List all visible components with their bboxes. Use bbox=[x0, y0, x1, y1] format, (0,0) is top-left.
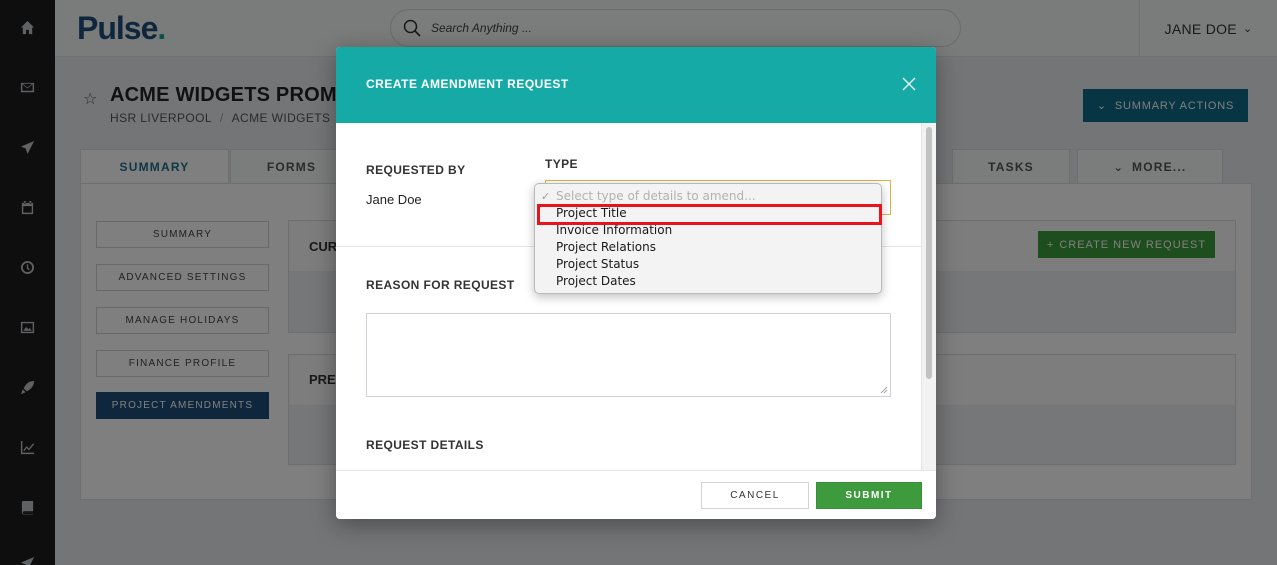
modal-body: REQUESTED BY Jane Doe TYPE REASON FOR RE… bbox=[336, 123, 921, 470]
requested-by-value: Jane Doe bbox=[366, 192, 422, 207]
dropdown-option[interactable]: Project Status bbox=[535, 256, 881, 273]
submit-button[interactable]: SUBMIT bbox=[816, 482, 922, 509]
close-icon[interactable] bbox=[896, 71, 922, 97]
modal-footer: CANCEL SUBMIT bbox=[336, 470, 936, 519]
dropdown-option[interactable]: Project Dates bbox=[535, 273, 881, 290]
dropdown-option-placeholder[interactable]: ✓ Select type of details to amend... bbox=[535, 188, 881, 205]
reason-textarea[interactable] bbox=[366, 313, 891, 397]
cancel-button[interactable]: CANCEL bbox=[701, 482, 809, 509]
dropdown-option[interactable]: Project Relations bbox=[535, 239, 881, 256]
highlight-box bbox=[537, 204, 882, 225]
type-dropdown-list: ✓ Select type of details to amend... Proj… bbox=[534, 183, 882, 294]
check-icon: ✓ bbox=[541, 190, 551, 203]
request-details-label: REQUEST DETAILS bbox=[366, 438, 484, 452]
modal-title: CREATE AMENDMENT REQUEST bbox=[366, 77, 569, 91]
modal-header: CREATE AMENDMENT REQUEST bbox=[336, 47, 936, 123]
resize-grip-icon[interactable] bbox=[880, 386, 888, 394]
scrollbar-thumb[interactable] bbox=[926, 127, 932, 379]
type-label: TYPE bbox=[545, 157, 578, 171]
dropdown-placeholder-label: Select type of details to amend... bbox=[556, 189, 756, 203]
reason-label: REASON FOR REQUEST bbox=[366, 278, 515, 292]
modal-scrollbar[interactable] bbox=[921, 123, 936, 470]
requested-by-label: REQUESTED BY bbox=[366, 163, 466, 177]
